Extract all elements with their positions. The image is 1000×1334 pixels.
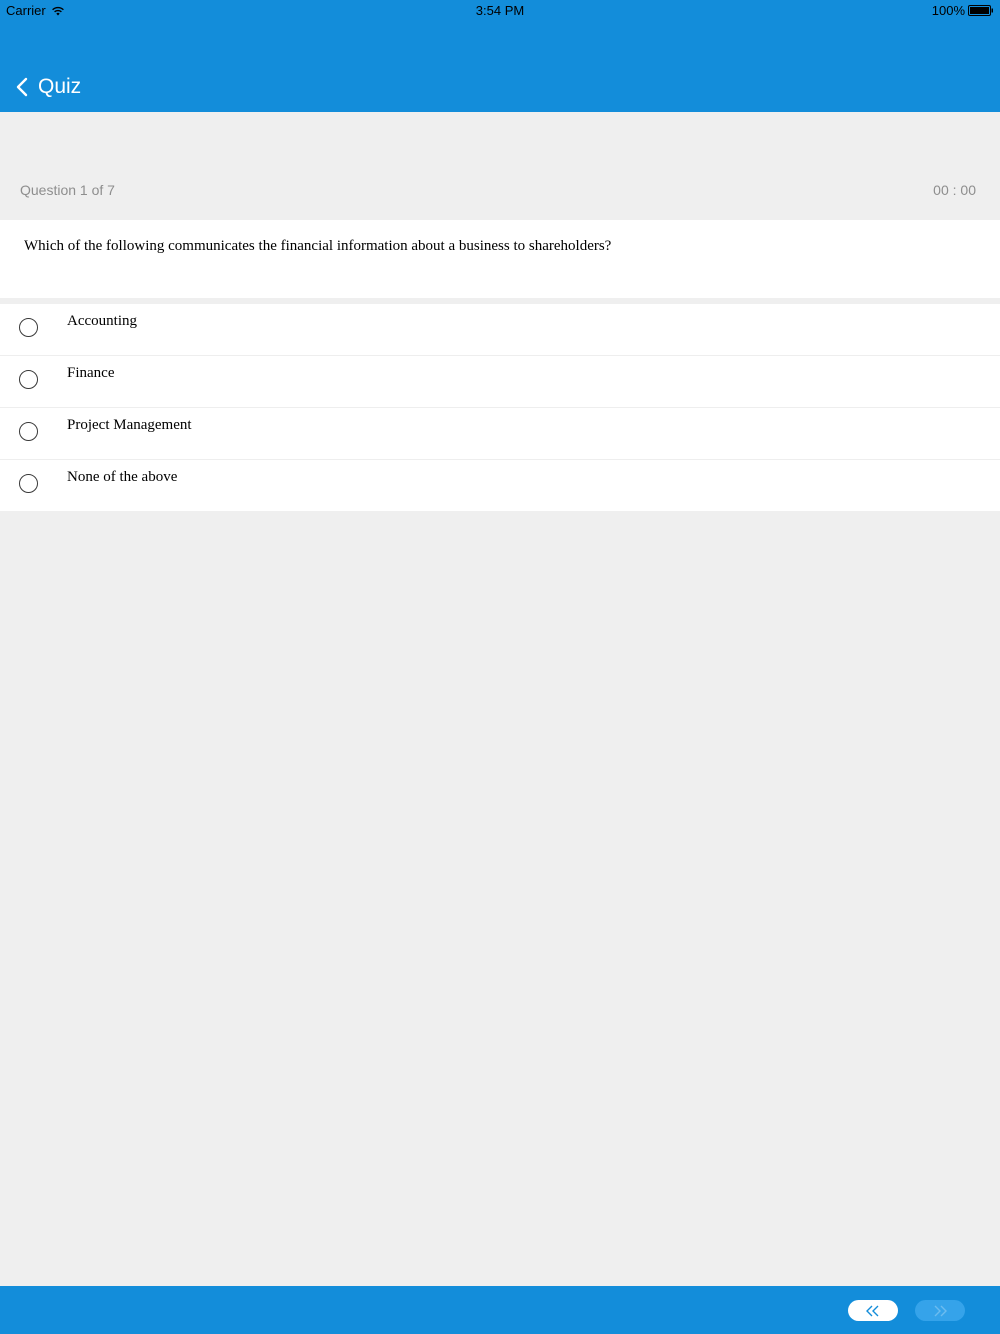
quiz-timer: 00 : 00 [933,182,976,198]
battery-percentage: 100% [931,3,965,18]
answer-option[interactable]: Project Management [0,408,1000,460]
radio-button[interactable] [19,318,38,337]
status-right: 100% [932,3,994,18]
bottom-toolbar [0,1286,1000,1334]
quiz-info-row: Question 1 of 7 00 : 00 [0,112,1000,220]
answer-option-label: Project Management [67,417,192,433]
quiz-screen: Carrier 3:54 PM 100% Quiz Question 1 of … [0,0,1000,1334]
page-title: Quiz [38,75,82,98]
answer-options: Accounting Finance Project Management No… [0,304,1000,511]
question-card: Which of the following communicates the … [0,220,1000,298]
status-bar: Carrier 3:54 PM 100% [0,0,1000,20]
double-chevron-left-icon [866,1305,879,1316]
double-chevron-right-icon [934,1305,947,1316]
status-time: 3:54 PM [475,3,525,18]
question-text: Which of the following communicates the … [24,238,612,254]
radio-button[interactable] [19,474,38,493]
answer-option-label: Finance [67,365,115,381]
back-button[interactable]: Quiz [12,74,81,100]
answer-option[interactable]: None of the above [0,460,1000,511]
chevron-left-icon [16,77,28,97]
previous-question-button[interactable] [848,1300,898,1321]
answer-option-label: Accounting [67,313,137,329]
battery-icon [968,5,993,16]
header: Carrier 3:54 PM 100% Quiz [0,0,1000,112]
next-question-button[interactable] [915,1300,965,1321]
radio-button[interactable] [19,422,38,441]
answer-option[interactable]: Accounting [0,304,1000,356]
answer-option[interactable]: Finance [0,356,1000,408]
nav-bar: Quiz [0,64,1000,112]
question-counter: Question 1 of 7 [20,182,115,198]
radio-button[interactable] [19,370,38,389]
answer-option-label: None of the above [67,469,178,485]
